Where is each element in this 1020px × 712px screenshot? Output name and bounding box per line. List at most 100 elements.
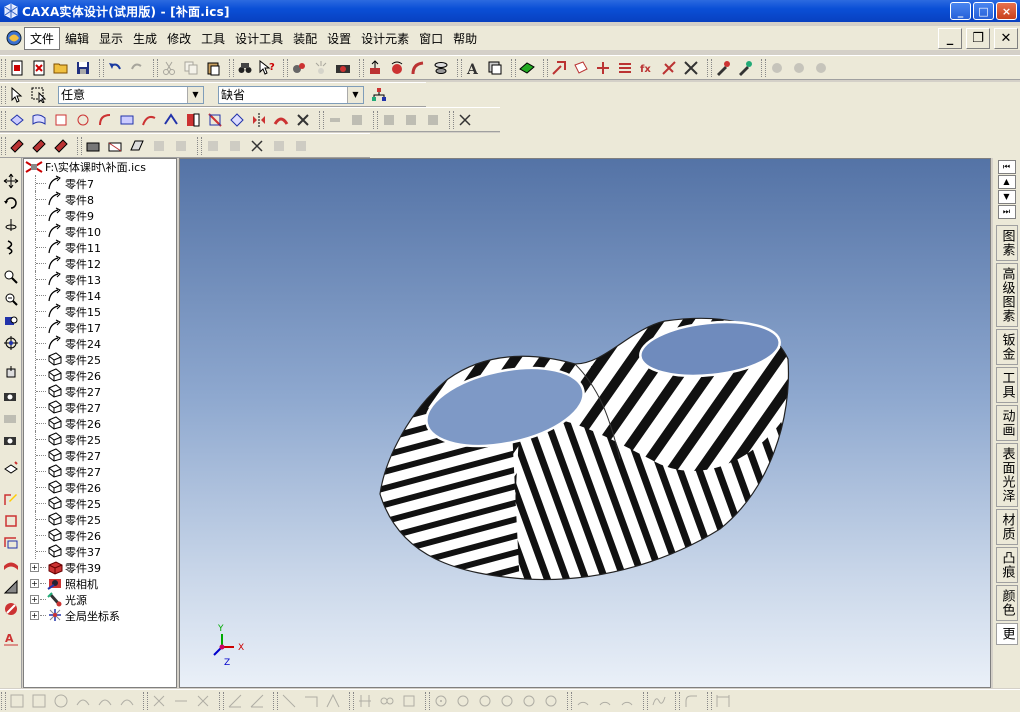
- 3d-viewport[interactable]: X Y Z: [179, 158, 991, 688]
- tree-part-item[interactable]: 零件25: [24, 511, 176, 527]
- text-button[interactable]: A: [462, 57, 484, 79]
- tree-part-item[interactable]: 零件26: [24, 479, 176, 495]
- tree-group-item[interactable]: + 零件39: [24, 559, 176, 575]
- design-element-tab[interactable]: 图素: [995, 225, 1018, 261]
- bottom-tool-14-button[interactable]: [322, 690, 344, 712]
- title-bar[interactable]: CAXA实体设计(试用版) - [补面.ics] _ □ ×: [0, 0, 1020, 22]
- solid-tool-4-button[interactable]: [82, 135, 104, 157]
- surface-button[interactable]: [516, 57, 538, 79]
- bottom-tool-15-button[interactable]: [354, 690, 376, 712]
- mode-select[interactable]: 缺省 ▼: [218, 85, 364, 104]
- menu-tools[interactable]: 工具: [196, 28, 230, 49]
- prev-tab-button[interactable]: ▲: [997, 175, 1016, 189]
- first-tab-button[interactable]: ⏮: [997, 160, 1016, 174]
- surface-tool-4-button[interactable]: [72, 109, 94, 131]
- design-element-tab[interactable]: 凸痕: [995, 547, 1018, 583]
- camera-zoom-button[interactable]: [1, 428, 21, 450]
- bottom-tool-22-button[interactable]: [518, 690, 540, 712]
- solid-tool-2-button[interactable]: [28, 135, 50, 157]
- solid-tool-8-button[interactable]: [170, 135, 192, 157]
- menu-window[interactable]: 窗口: [414, 28, 448, 49]
- expand-icon[interactable]: +: [30, 563, 39, 572]
- feature-tool-2-button[interactable]: [570, 57, 592, 79]
- tree-part-item[interactable]: 零件27: [24, 399, 176, 415]
- bottom-tool-10-button[interactable]: [224, 690, 246, 712]
- sketch-rect-button[interactable]: [1, 510, 21, 532]
- render-button[interactable]: [288, 57, 310, 79]
- bottom-tool-6-button[interactable]: [116, 690, 138, 712]
- sketch-button[interactable]: [1, 488, 21, 510]
- design-tree[interactable]: F:\实体课时\补面.ics 零件7 零件8 零件9 零件10 零件11 零件12 零件13…: [23, 158, 177, 688]
- curve-tool-6-button[interactable]: [454, 109, 476, 131]
- tree-part-item[interactable]: 零件13: [24, 271, 176, 287]
- undo-button[interactable]: [104, 57, 126, 79]
- tree-part-item[interactable]: 零件15: [24, 303, 176, 319]
- design-element-tab[interactable]: 颜色: [995, 585, 1018, 621]
- select-arrow-button[interactable]: [6, 84, 28, 106]
- surface-tool-10-button[interactable]: [204, 109, 226, 131]
- bottom-tool-26-button[interactable]: [616, 690, 638, 712]
- tree-part-item[interactable]: 零件25: [24, 351, 176, 367]
- bottom-tool-18-button[interactable]: [430, 690, 452, 712]
- bottom-tool-21-button[interactable]: [496, 690, 518, 712]
- feature-tool-1-button[interactable]: [548, 57, 570, 79]
- boolean-tool-1-button[interactable]: [202, 135, 224, 157]
- surface-tool-6-button[interactable]: [116, 109, 138, 131]
- expand-icon[interactable]: +: [30, 579, 39, 588]
- bottom-tool-4-button[interactable]: [72, 690, 94, 712]
- bottom-tool-25-button[interactable]: [594, 690, 616, 712]
- solid-tool-6-button[interactable]: [126, 135, 148, 157]
- tree-part-item[interactable]: 零件8: [24, 191, 176, 207]
- surface-tool-11-button[interactable]: [226, 109, 248, 131]
- boolean-tool-2-button[interactable]: [224, 135, 246, 157]
- walk-button[interactable]: [1, 362, 21, 384]
- surface-tool-3-button[interactable]: [50, 109, 72, 131]
- bottom-tool-17-button[interactable]: [398, 690, 420, 712]
- tree-part-item[interactable]: 零件12: [24, 255, 176, 271]
- sketch-surface-button[interactable]: [1, 554, 21, 576]
- new-drawing-button[interactable]: [28, 57, 50, 79]
- surface-tool-14-button[interactable]: [292, 109, 314, 131]
- tree-root[interactable]: F:\实体课时\补面.ics: [24, 159, 176, 175]
- curve-tool-5-button[interactable]: [422, 109, 444, 131]
- feature-tool-7-button[interactable]: [680, 57, 702, 79]
- design-element-tab[interactable]: 钣金: [995, 329, 1018, 365]
- solid-tool-1-button[interactable]: [6, 135, 28, 157]
- bottom-tool-23-button[interactable]: [540, 690, 562, 712]
- document-icon[interactable]: [4, 28, 24, 48]
- menu-display[interactable]: 显示: [94, 28, 128, 49]
- new-design-button[interactable]: [6, 57, 28, 79]
- sketch-slope-button[interactable]: [1, 576, 21, 598]
- surface-tool-12-button[interactable]: [248, 109, 270, 131]
- surface-tool-9-button[interactable]: [182, 109, 204, 131]
- smart-tool-2-button[interactable]: [788, 57, 810, 79]
- bottom-tool-12-button[interactable]: [278, 690, 300, 712]
- menu-design-elements[interactable]: 设计元素: [356, 28, 414, 49]
- smart-tool-3-button[interactable]: [810, 57, 832, 79]
- extrude-button[interactable]: [364, 57, 386, 79]
- display-mode-button[interactable]: [1, 458, 21, 480]
- tree-part-item[interactable]: 零件37: [24, 543, 176, 559]
- bottom-tool-9-button[interactable]: [192, 690, 214, 712]
- mdi-minimize-button[interactable]: _: [938, 28, 962, 49]
- curve-tool-2-button[interactable]: [346, 109, 368, 131]
- tree-part-item[interactable]: 零件26: [24, 527, 176, 543]
- curve-tool-3-button[interactable]: [378, 109, 400, 131]
- tree-part-item[interactable]: 零件9: [24, 207, 176, 223]
- sweep-button[interactable]: [408, 57, 430, 79]
- rotate-view-button[interactable]: [1, 192, 21, 214]
- close-button[interactable]: ×: [996, 2, 1017, 20]
- zebra-surface-model[interactable]: X Y Z: [180, 159, 991, 688]
- tree-group-item[interactable]: + 光源: [24, 591, 176, 607]
- menu-edit[interactable]: 编辑: [60, 28, 94, 49]
- box-select-button[interactable]: [28, 84, 50, 106]
- solid-tool-3-button[interactable]: [50, 135, 72, 157]
- menu-settings[interactable]: 设置: [322, 28, 356, 49]
- menu-help[interactable]: 帮助: [448, 28, 482, 49]
- design-element-tab[interactable]: 表面光泽: [995, 443, 1018, 507]
- design-element-tab[interactable]: 材质: [995, 509, 1018, 545]
- boolean-tool-3-button[interactable]: [246, 135, 268, 157]
- camera-pan-button[interactable]: [1, 406, 21, 428]
- tree-part-item[interactable]: 零件11: [24, 239, 176, 255]
- bottom-tool-8-button[interactable]: [170, 690, 192, 712]
